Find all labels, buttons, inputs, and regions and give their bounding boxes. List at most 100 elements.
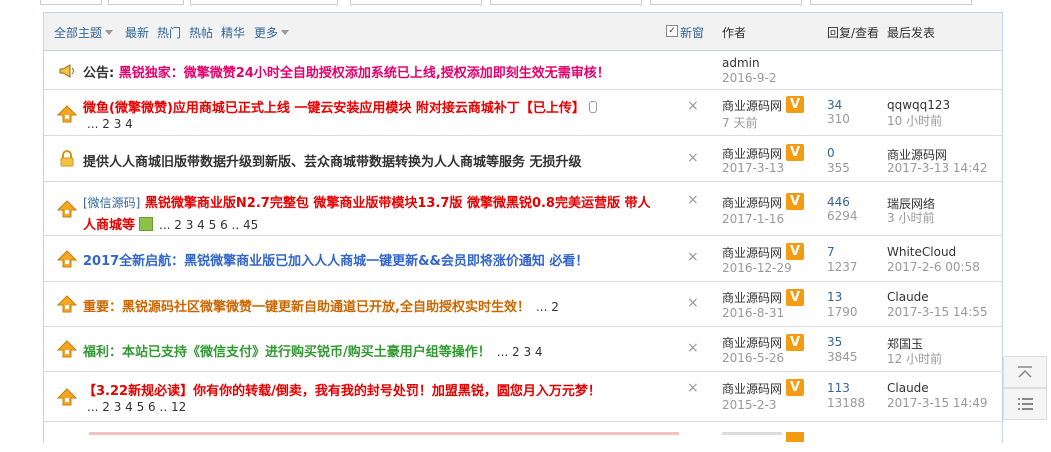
table-row: 福利：本站已支持《微信支付》进行购买锐币/购买土豪用户组等操作！ ... 2 3 … (44, 327, 1002, 372)
last-poster[interactable]: Claude (887, 381, 929, 395)
last-post-date[interactable]: 2017-2-6 00:58 (887, 260, 980, 274)
lock-icon (60, 150, 74, 167)
v-badge-icon: V (786, 144, 804, 161)
thread-date: 2015-2-3 (722, 398, 777, 412)
thread-date: 2017-1-16 (722, 212, 785, 226)
thread-title[interactable]: 微鱼(微擎微赞)应用商城已正式上线 一键云安装应用模块 附对接云商城补丁【已上传… (83, 97, 597, 116)
thread-author[interactable]: admin (722, 56, 760, 70)
thread-date: 2016-12-29 (722, 261, 792, 275)
thread-pages[interactable]: ... 2 3 4 (87, 117, 133, 131)
reply-count[interactable]: 0 (827, 146, 835, 160)
thread-title[interactable]: 2017全新启航：黑锐微擎商业版已加入人人商城一键更新&&会员即将涨价通知 必看… (83, 250, 588, 269)
thread-title-text: 福利：本站已支持《微信支付》进行购买锐币/购买土豪用户组等操作！ (83, 345, 491, 360)
chevron-down-icon (105, 30, 114, 35)
last-post-date[interactable]: 10 小时前 (887, 112, 942, 129)
last-post-date[interactable]: 2017-3-15 14:49 (887, 396, 988, 410)
filter-more-dropdown[interactable]: 更多 (254, 24, 290, 41)
reply-count[interactable]: 446 (827, 195, 850, 209)
close-icon[interactable]: × (687, 249, 699, 265)
last-post-date[interactable]: 2017-3-15 14:55 (887, 305, 988, 319)
table-row: 2017全新启航：黑锐微擎商业版已加入人人商城一键更新&&会员即将涨价通知 必看… (44, 236, 1002, 282)
close-icon[interactable]: × (687, 150, 699, 166)
list-view-icon (1018, 398, 1033, 410)
thread-author[interactable]: 商业源码网 (722, 145, 782, 162)
reply-count[interactable]: 35 (827, 335, 842, 349)
table-row: 重要：黑锐源码社区微擎微赞一键更新自助通道已开放,全自助授权实时生效！ ... 2… (44, 282, 1002, 327)
announcement-prefix: 公告: (83, 66, 119, 81)
thread-category-tag[interactable]: [微信源码] (83, 196, 140, 210)
arrow-up-icon (57, 295, 77, 313)
view-count: 3845 (827, 350, 858, 364)
reply-count[interactable]: 34 (827, 98, 842, 112)
image-icon (139, 217, 154, 231)
announcement-title[interactable]: 公告: 黑锐独家：微擎微赞24小时全自助授权添加系统已上线,授权添加即刻生效无需… (83, 62, 610, 81)
filter-hot-topic[interactable]: 热帖 (189, 24, 213, 41)
new-window-checkbox[interactable]: ✓ (666, 25, 678, 37)
v-badge-icon: V (786, 289, 804, 306)
table-row: 【3.22新规必读】你有你的转载/倒卖，我有我的封号处罚！加盟黑锐，圆您月入万元… (44, 372, 1002, 422)
list-view-button[interactable] (1003, 388, 1047, 420)
close-icon[interactable]: × (687, 98, 699, 114)
arrow-up-icon (57, 388, 77, 406)
v-badge-icon: V (786, 379, 804, 396)
new-window-label[interactable]: 新窗 (680, 24, 704, 41)
filter-hot[interactable]: 热门 (157, 24, 181, 41)
close-icon[interactable]: × (687, 340, 699, 356)
thread-date: 2016-9-2 (722, 71, 777, 85)
close-icon[interactable]: × (687, 295, 699, 311)
thread-author[interactable]: 商业源码网 (722, 380, 782, 397)
filter-digest[interactable]: 精华 (221, 24, 245, 41)
thread-author[interactable]: 商业源码网 (722, 194, 782, 211)
thread-title-text: 微鱼(微擎微赞)应用商城已正式上线 一键云安装应用模块 附对接云商城补丁【已上传… (83, 101, 585, 116)
thread-title-line2: 人商城等 (83, 218, 136, 233)
filter-latest[interactable]: 最新 (125, 24, 149, 41)
thread-author[interactable]: 商业源码网 (722, 289, 782, 306)
thread-date: 2016-5-26 (722, 351, 785, 365)
back-to-top-button[interactable] (1003, 356, 1047, 388)
thread-date: 2017-3-13 (722, 161, 785, 175)
thread-title-cont[interactable]: 人商城等 ... 2 3 4 5 6 .. 45 (83, 214, 258, 233)
filter-all-label: 全部主题 (54, 26, 103, 40)
thread-author[interactable]: 商业源码网 (722, 244, 782, 261)
thread-title[interactable]: 提供人人商城旧版带数据升级到新版、芸众商城带数据转换为人人商城等服务 无损升级 (83, 151, 582, 170)
arrow-up-icon (57, 250, 77, 268)
arrow-up-icon (57, 340, 77, 358)
close-icon[interactable]: × (687, 192, 699, 208)
last-post-date[interactable]: 12 小时前 (887, 350, 942, 367)
last-poster[interactable]: Claude (887, 290, 929, 304)
announcement-text: 黑锐独家：微擎微赞24小时全自助授权添加系统已上线,授权添加即刻生效无需审核！ (118, 66, 610, 81)
thread-author[interactable]: 商业源码网 (722, 334, 782, 351)
thread-title-line1: 黑锐微擎商业版N2.7完整包 微擎商业版带模块13.7版 微擎微黑锐0.8完美运… (144, 196, 651, 211)
arrow-up-icon (57, 105, 77, 123)
thread-pages[interactable]: ... 2 3 4 5 6 .. 12 (87, 400, 186, 414)
last-post-date[interactable]: 3 小时前 (887, 209, 934, 226)
thread-date: 2016-8-31 (722, 306, 785, 320)
table-row: [微信源码] 黑锐微擎商业版N2.7完整包 微擎商业版带模块13.7版 微擎微黑… (44, 182, 1002, 236)
view-count: 1237 (827, 260, 858, 274)
filter-all-dropdown[interactable]: 全部主题 (54, 24, 114, 41)
thread-pages[interactable]: ... 2 (536, 300, 559, 314)
reply-count[interactable]: 13 (827, 290, 842, 304)
thread-author[interactable]: 商业源码网 (722, 97, 782, 114)
last-post-date[interactable]: 2017-3-13 14:42 (887, 161, 988, 175)
reply-count[interactable]: 113 (827, 381, 850, 395)
reply-count[interactable]: 7 (827, 245, 835, 259)
thread-pages[interactable]: ... 2 3 4 5 6 .. 45 (159, 218, 258, 232)
thread-list-header: 全部主题 最新 热门 热帖 精华 更多 ✓ 新窗 作者 回复/查看 最后发表 (44, 13, 1002, 51)
filter-more-label: 更多 (254, 26, 279, 40)
column-last-post: 最后发表 (887, 26, 936, 40)
close-icon[interactable]: × (687, 380, 699, 396)
thread-title[interactable]: 【3.22新规必读】你有你的转载/倒卖，我有我的封号处罚！加盟黑锐，圆您月入万元… (83, 380, 601, 399)
last-poster[interactable]: qqwqq123 (887, 98, 950, 112)
column-author: 作者 (722, 26, 747, 40)
thread-title[interactable]: 重要：黑锐源码社区微擎微赞一键更新自助通道已开放,全自助授权实时生效！ ... 2 (83, 296, 559, 315)
v-badge-icon: V (786, 193, 804, 210)
last-poster[interactable]: WhiteCloud (887, 245, 956, 259)
thread-list: 全部主题 最新 热门 热帖 精华 更多 ✓ 新窗 作者 回复/查看 最后发表 公… (43, 12, 1003, 443)
view-count: 310 (827, 112, 850, 126)
paperclip-icon (588, 101, 597, 113)
thread-title[interactable]: 福利：本站已支持《微信支付》进行购买锐币/购买土豪用户组等操作！ ... 2 3 … (83, 341, 543, 360)
thread-pages[interactable]: ... 2 3 4 (497, 345, 543, 359)
view-count: 355 (827, 161, 850, 175)
thread-title[interactable]: [微信源码] 黑锐微擎商业版N2.7完整包 微擎商业版带模块13.7版 微擎微黑… (83, 192, 651, 211)
